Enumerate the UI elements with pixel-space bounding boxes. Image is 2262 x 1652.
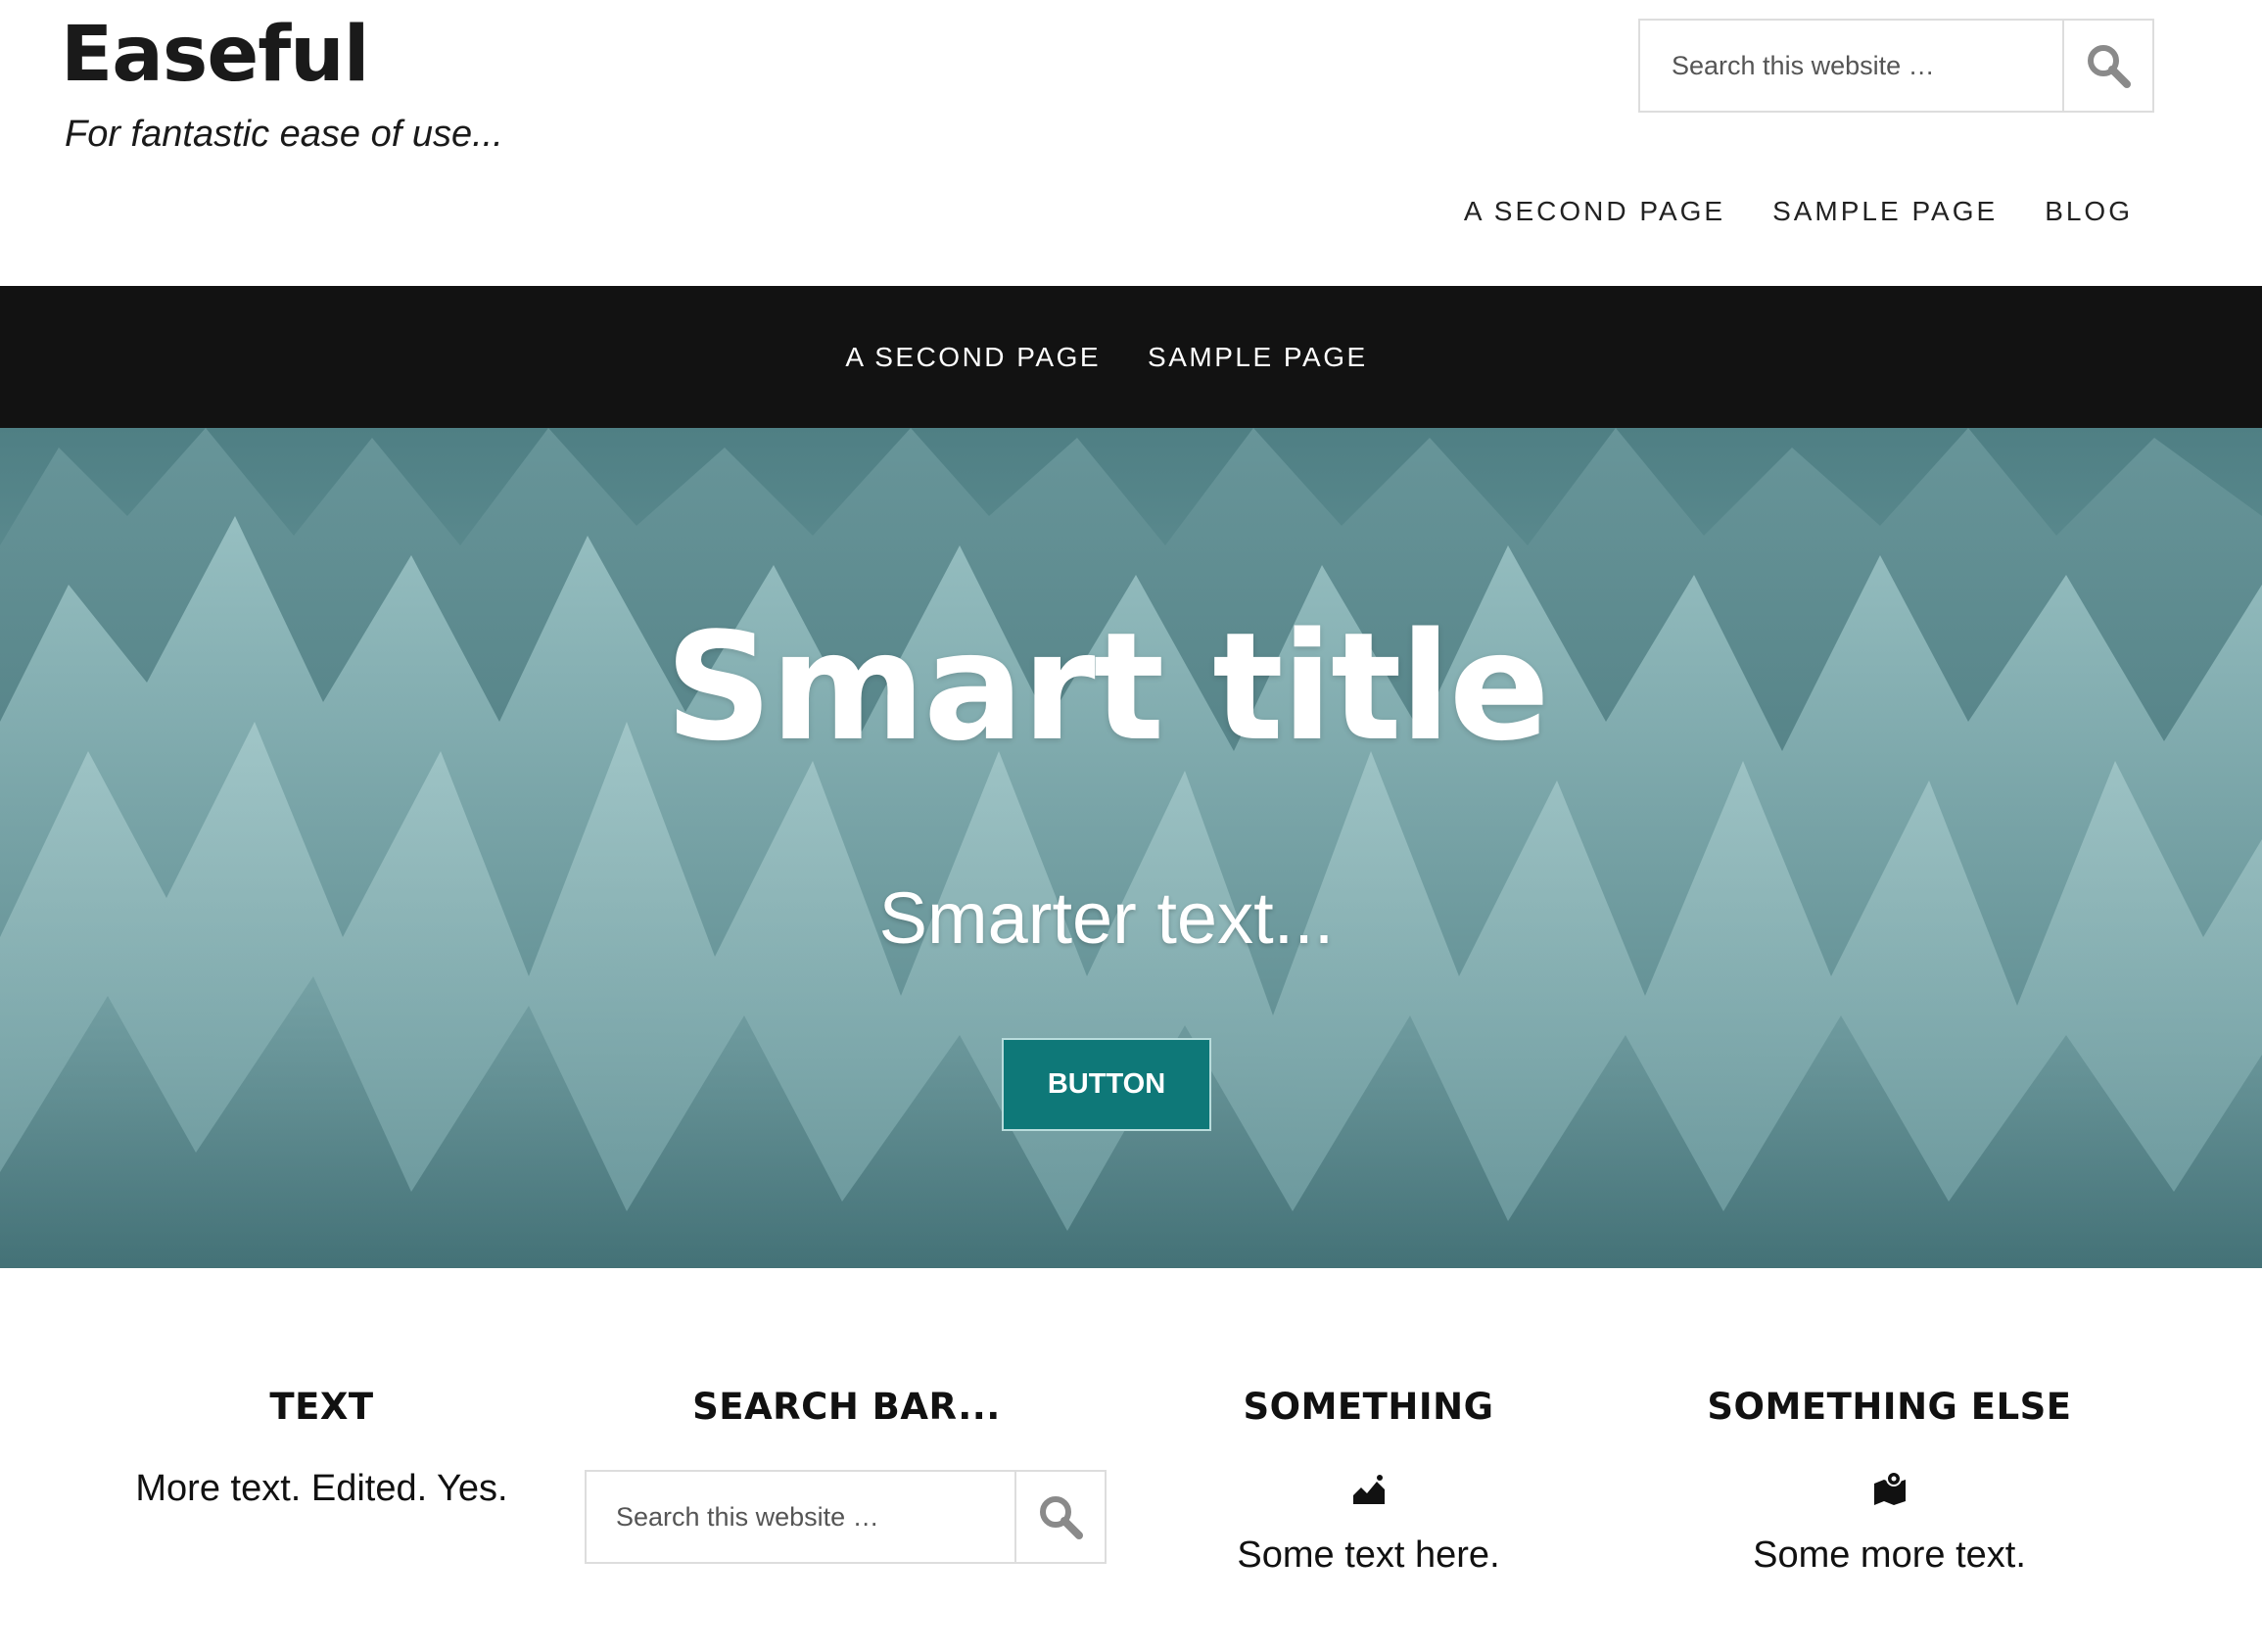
widget-search-button[interactable] bbox=[1014, 1472, 1105, 1563]
widget-search-input[interactable] bbox=[587, 1472, 1014, 1563]
widget-title: SOMETHING bbox=[1243, 1386, 1494, 1428]
map-pin-icon bbox=[1873, 1471, 1906, 1506]
widget-something-else-text: Some more text. bbox=[1753, 1534, 2026, 1577]
header-nav: A SECOND PAGE SAMPLE PAGE BLOG bbox=[1464, 196, 2133, 227]
search-icon bbox=[1040, 1496, 1083, 1540]
header-nav-item-sample-page[interactable]: SAMPLE PAGE bbox=[1772, 196, 1998, 227]
widget-something-text: Some text here. bbox=[1237, 1534, 1500, 1577]
widget-title: SEARCH BAR... bbox=[692, 1386, 1001, 1428]
header-nav-item-blog[interactable]: BLOG bbox=[2045, 196, 2133, 227]
header-search-button[interactable] bbox=[2062, 21, 2152, 111]
widget-title: SOMETHING ELSE bbox=[1707, 1386, 2072, 1428]
hero-section: Smart title Smarter text... BUTTON bbox=[0, 428, 2262, 1268]
header-nav-item-a-second-page[interactable]: A SECOND PAGE bbox=[1464, 196, 1725, 227]
site-title[interactable]: Easeful bbox=[61, 13, 369, 98]
widget-something-else: SOMETHING ELSE Some more text. bbox=[1627, 1386, 2151, 1577]
header-search-form bbox=[1638, 19, 2154, 113]
widget-text-body: More text. Edited. Yes. bbox=[135, 1468, 508, 1510]
site-header: Easeful For fantastic ease of use... A S… bbox=[0, 0, 2262, 286]
hero-subtitle: Smarter text... bbox=[878, 877, 1335, 959]
widget-text: TEXT More text. Edited. Yes. bbox=[60, 1386, 584, 1510]
widgets-area: TEXT More text. Edited. Yes. SEARCH BAR.… bbox=[0, 1268, 2262, 1652]
widget-search-bar: SEARCH BAR... bbox=[585, 1386, 1108, 1565]
secondary-nav-item-a-second-page[interactable]: A SECOND PAGE bbox=[845, 342, 1101, 373]
search-icon bbox=[2088, 45, 2131, 88]
secondary-nav: A SECOND PAGE SAMPLE PAGE bbox=[0, 286, 2262, 428]
widget-search-form bbox=[585, 1470, 1107, 1565]
secondary-nav-item-sample-page[interactable]: SAMPLE PAGE bbox=[1148, 342, 1368, 373]
hero-button[interactable]: BUTTON bbox=[1002, 1038, 1211, 1131]
site-tagline: For fantastic ease of use... bbox=[65, 114, 503, 155]
header-search-input[interactable] bbox=[1640, 21, 2062, 111]
widget-something: SOMETHING Some text here. bbox=[1107, 1386, 1630, 1577]
widget-title: TEXT bbox=[269, 1386, 374, 1428]
hero-title: Smart title bbox=[665, 600, 1550, 774]
chart-area-icon bbox=[1352, 1475, 1385, 1505]
hero-background-image bbox=[0, 428, 2262, 1268]
